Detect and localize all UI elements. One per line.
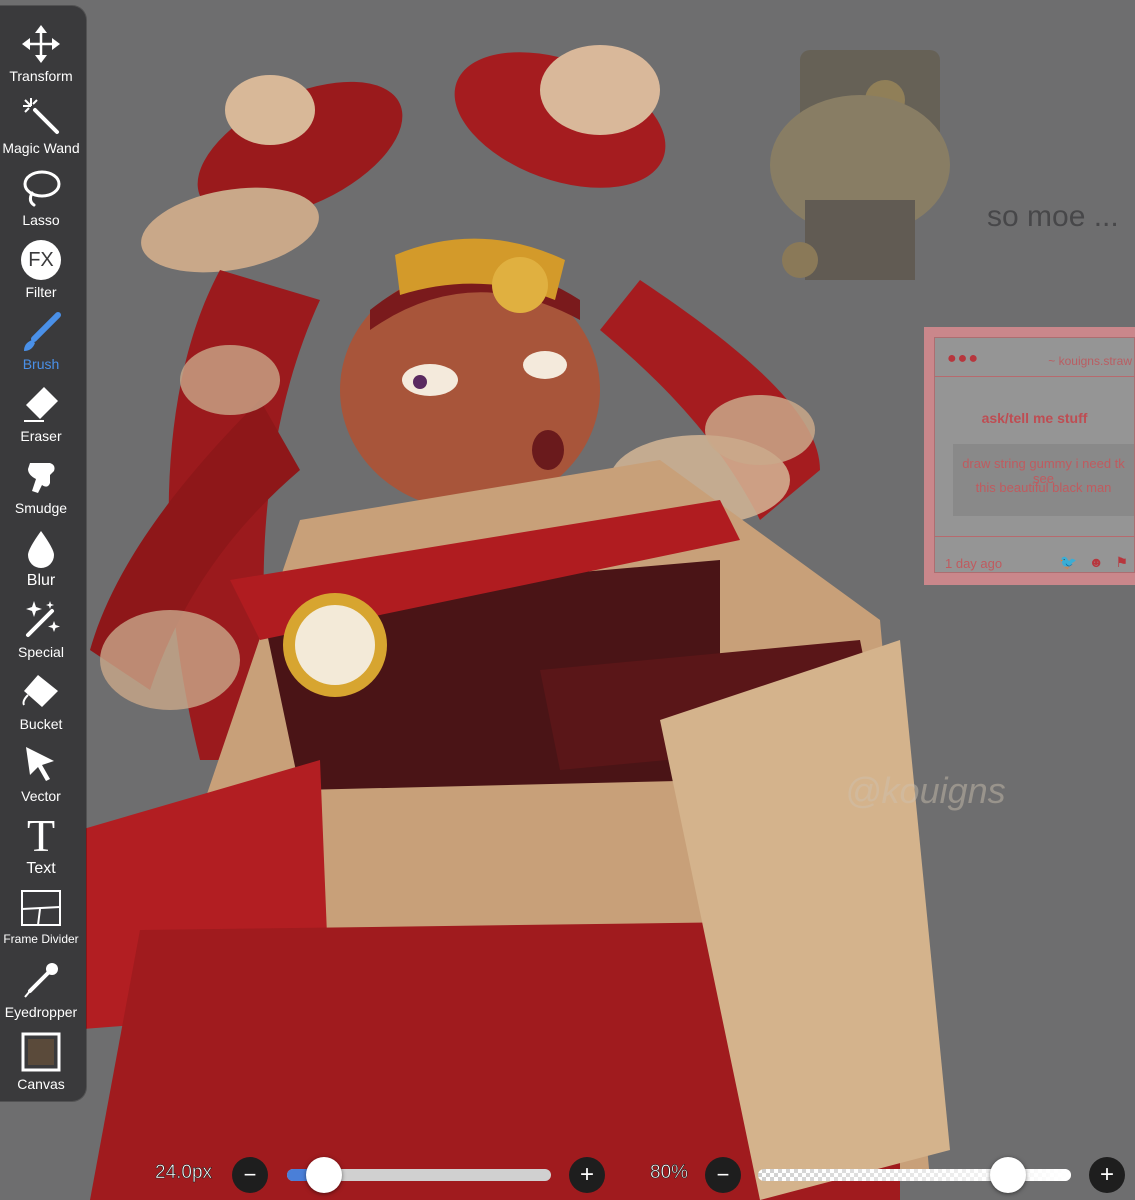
tool-label: Blur <box>26 572 56 589</box>
plus-icon: + <box>1099 1161 1114 1188</box>
frame-divider-icon <box>19 886 63 930</box>
brush-size-increase-button[interactable]: + <box>569 1157 605 1193</box>
opacity-increase-button[interactable]: + <box>1089 1157 1125 1193</box>
special-icon <box>19 598 63 642</box>
tool-text[interactable]: T Text <box>0 808 82 878</box>
transform-icon <box>19 22 63 66</box>
tool-label: Bucket <box>19 716 63 732</box>
tool-label: Brush <box>22 356 60 372</box>
blur-icon <box>19 526 63 570</box>
tool-lasso[interactable]: Lasso <box>0 160 82 230</box>
canvas-note-text: so moe ... <box>987 200 1119 233</box>
opacity-decrease-button[interactable]: − <box>705 1157 741 1193</box>
opacity-readout: 80% <box>650 1162 689 1184</box>
tool-label: Transform <box>9 68 73 84</box>
canvas-icon <box>19 1030 63 1074</box>
minus-icon: − <box>243 1162 257 1187</box>
text-icon: T <box>19 810 63 861</box>
tool-label: Lasso <box>22 212 60 228</box>
tool-magic-wand[interactable]: Magic Wand <box>0 88 82 158</box>
lasso-icon <box>19 166 63 210</box>
tool-smudge[interactable]: Smudge <box>0 448 82 518</box>
ask-card: ●●● ~ kouigns.straw ask/tell me stuff dr… <box>924 327 1135 585</box>
ask-card-title: ask/tell me stuff <box>981 410 1088 426</box>
ask-card-time: 1 day ago <box>945 556 1003 571</box>
tool-label: Special <box>18 644 64 660</box>
vector-icon <box>19 742 63 786</box>
tool-label: Canvas <box>17 1076 65 1092</box>
eraser-icon <box>19 382 63 426</box>
window-dots: ●●● <box>947 350 979 367</box>
tool-label: Vector <box>21 788 61 804</box>
tool-label: Filter <box>25 284 57 300</box>
tool-frame-divider[interactable]: Frame Divider <box>0 880 82 950</box>
tool-label: Eraser <box>20 428 62 444</box>
tool-label: Smudge <box>14 500 68 516</box>
tool-label: Magic Wand <box>2 140 80 156</box>
divider <box>935 376 1134 377</box>
divider <box>935 536 1134 537</box>
magic-wand-icon <box>19 94 63 138</box>
ask-card-url: ~ kouigns.straw <box>1048 354 1132 368</box>
tool-vector[interactable]: Vector <box>0 736 82 806</box>
brush-size-readout: 24.0px <box>155 1162 213 1184</box>
tool-label: Text <box>26 860 56 877</box>
tool-filter[interactable]: FX Filter <box>0 232 82 302</box>
tool-label: Frame Divider <box>3 932 79 946</box>
eyedropper-icon <box>19 958 63 1002</box>
tool-bucket[interactable]: Bucket <box>0 664 82 734</box>
tool-sidebar: Transform Magic Wand Lasso FX Filter Bru… <box>0 6 86 1101</box>
tool-blur[interactable]: Blur <box>0 520 82 590</box>
tool-label: Eyedropper <box>4 1004 78 1020</box>
minus-icon: − <box>716 1162 730 1187</box>
tool-brush[interactable]: Brush <box>0 304 82 374</box>
brush-size-slider-knob[interactable] <box>305 1157 342 1193</box>
plus-icon: + <box>579 1161 594 1188</box>
ask-card-action-icons: 🐦 ☻ ⚑ <box>1059 554 1132 570</box>
brush-size-decrease-button[interactable]: − <box>232 1157 268 1193</box>
fx-glyph: FX <box>28 248 54 271</box>
smudge-icon <box>19 454 63 498</box>
fx-icon: FX <box>19 238 63 282</box>
artist-watermark: @kouigns <box>845 770 1006 811</box>
tool-transform[interactable]: Transform <box>0 16 82 86</box>
brush-icon <box>19 310 63 354</box>
tool-special[interactable]: Special <box>0 592 82 662</box>
tool-eyedropper[interactable]: Eyedropper <box>0 952 82 1022</box>
drawing-canvas[interactable] <box>0 0 1135 1200</box>
bucket-icon <box>19 670 63 714</box>
ask-card-inner: ●●● ~ kouigns.straw ask/tell me stuff dr… <box>934 337 1135 573</box>
tool-canvas[interactable]: Canvas <box>0 1024 82 1094</box>
question-line-2: this beautiful black man <box>975 480 1112 495</box>
tool-eraser[interactable]: Eraser <box>0 376 82 446</box>
text-glyph: T <box>26 810 56 861</box>
